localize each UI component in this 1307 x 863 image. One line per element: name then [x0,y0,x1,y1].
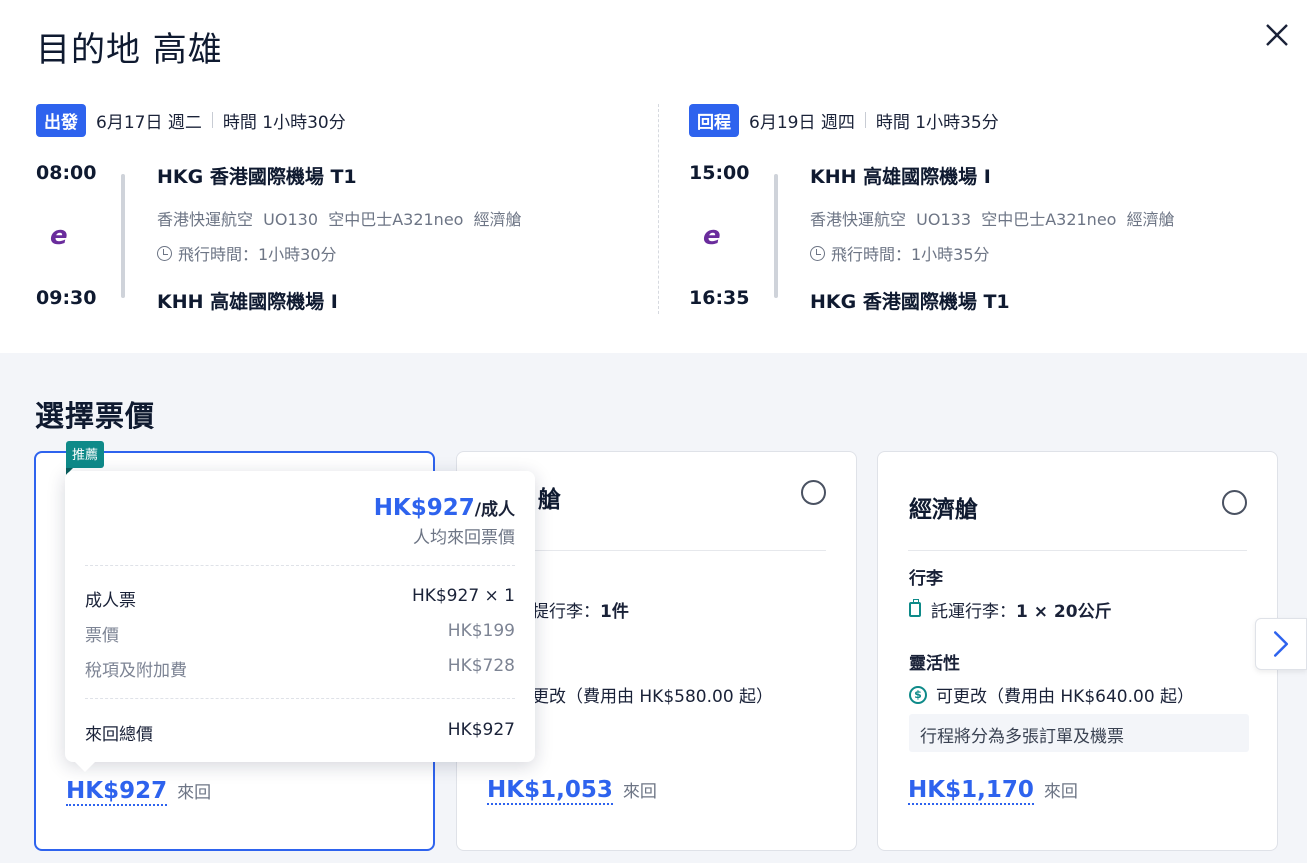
tax-value: HK$728 [447,656,515,676]
close-icon[interactable] [1262,20,1292,50]
baggage-label: 託運行李： [931,602,1016,622]
timeline-line [774,174,778,298]
adult-value: HK$927 × 1 [411,586,515,606]
return-header: 回程 6月19日 週四 時間 1小時35分 [689,103,1249,137]
fare-row: 票價 HK$199 [85,621,515,646]
tax-label: 稅項及附加費 [85,661,187,681]
outbound-arrive-airport: KHH 高雄國際機場 I [157,291,338,313]
luggage-icon [909,599,921,617]
clock-icon [810,245,825,261]
return-flight-info: 香港快運航空 UO133 空中巴士A321neo 經濟艙 [810,210,1175,229]
ticket-note: 行程將分為多張訂單及機票 [909,714,1249,752]
fare-label: 票價 [85,626,119,646]
return-flight-duration-text: 飛行時間：1小時35分 [831,245,990,264]
return-flight-duration: 飛行時間：1小時35分 [810,241,990,265]
outbound-badge: 出發 [36,103,86,137]
fare-price: HK$1,053 來回 [487,777,657,805]
outbound-header: 出發 6月17日 週二 時間 1小時30分 [36,103,596,137]
baggage-label: 提行李： [532,602,600,622]
fare-card-economy[interactable]: 經濟艙 行李 託運行李： 1 × 20公斤 靈活性 $ 可更改（費用由 HK$64… [877,451,1278,851]
outbound-arrive-time: 09:30 [36,287,97,309]
leg-divider [658,104,659,314]
fare-price: HK$927 來回 [66,778,211,806]
baggage-row: 提行李： 1件 [532,597,629,622]
section-title: 選擇票價 [35,399,156,433]
outbound-depart-time: 08:00 [36,162,97,184]
fare-price-unit: 來回 [1043,782,1078,802]
change-row: 更改（費用由 HK$580.00 起） [532,687,774,707]
recommended-tag: 推薦 [66,441,105,475]
fare-price-value[interactable]: HK$927 [66,778,168,806]
divider [211,112,213,128]
outbound-leg: 出發 6月17日 週二 時間 1小時30分 08:00 e 09:30 HKG … [36,103,596,314]
outbound-depart-airport: HKG 香港國際機場 T1 [157,166,357,188]
divider [85,565,515,566]
divider [487,550,826,551]
baggage-value: 1件 [600,602,629,622]
timeline-line [121,174,125,298]
fare-radio[interactable] [1222,490,1247,515]
chevron-right-icon[interactable] [1255,618,1307,670]
outbound-flight-duration-text: 飛行時間：1小時30分 [178,245,337,264]
fare-price-unit: 來回 [177,783,212,803]
flex-title: 靈活性 [909,654,960,674]
popover-subtitle: 人均來回票價 [413,528,515,548]
baggage-row: 託運行李： 1 × 20公斤 [909,597,1112,622]
cabin-name: 艙 [538,487,561,513]
outbound-date: 6月17日 週二 [96,112,202,133]
return-leg: 回程 6月19日 週四 時間 1小時35分 15:00 e 16:35 KHH … [689,103,1249,314]
price-breakdown-popover: HK$927/成人 人均來回票價 成人票 HK$927 × 1 票價 HK$19… [65,471,535,772]
outbound-duration: 時間 1小時30分 [222,112,346,133]
hk-express-logo-icon: e [50,221,68,251]
divider [85,698,515,699]
outbound-flight-duration: 飛行時間：1小時30分 [157,241,337,265]
popover-price-per: /成人 [474,500,515,520]
cabin-name: 經濟艙 [909,497,978,523]
return-depart-time: 15:00 [689,162,750,184]
fare-price: HK$1,170 來回 [908,777,1078,805]
tax-row: 稅項及附加費 HK$728 [85,656,515,681]
return-duration: 時間 1小時35分 [875,112,999,133]
return-date: 6月19日 週四 [749,112,855,133]
fare-price-unit: 來回 [622,782,657,802]
divider [864,112,866,128]
popover-price: HK$927/成人 [374,495,515,521]
total-row: 來回總價 HK$927 [85,720,515,745]
fare-price-value[interactable]: HK$1,170 [908,777,1034,805]
total-value: HK$927 [447,720,515,740]
change-row: $ 可更改（費用由 HK$640.00 起） [909,682,1194,707]
flight-details-panel: 目的地 高雄 出發 6月17日 週二 時間 1小時30分 08:00 e 09:… [0,0,1307,353]
return-arrive-airport: HKG 香港國際機場 T1 [810,291,1010,313]
page-title: 目的地 高雄 [36,30,223,70]
change-text: 可更改（費用由 HK$640.00 起） [936,687,1195,707]
adult-ticket-row: 成人票 HK$927 × 1 [85,586,515,611]
return-arrive-time: 16:35 [689,287,750,309]
hk-express-logo-icon: e [703,221,721,251]
outbound-flight-info: 香港快運航空 UO130 空中巴士A321neo 經濟艙 [157,210,522,229]
clock-icon [157,245,172,261]
total-label: 來回總價 [85,725,153,745]
fare-price-value[interactable]: HK$1,053 [487,777,613,805]
divider [908,550,1247,551]
dollar-icon: $ [909,685,927,704]
fare-radio[interactable] [801,480,826,505]
return-badge: 回程 [689,103,739,137]
baggage-title: 行李 [909,569,943,589]
baggage-value: 1 × 20公斤 [1016,602,1112,622]
return-depart-airport: KHH 高雄國際機場 I [810,166,991,188]
adult-label: 成人票 [85,591,136,611]
popover-price-value: HK$927 [373,495,475,521]
fare-value: HK$199 [447,621,515,641]
